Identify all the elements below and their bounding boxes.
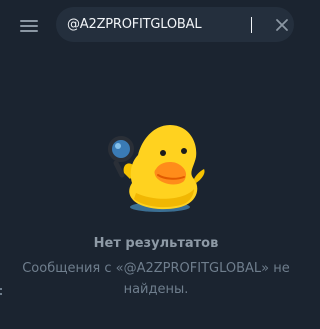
menu-button[interactable]	[12, 10, 46, 42]
search-header	[0, 0, 312, 52]
empty-state-description: Сообщения с «@A2ZPROFITGLOBAL» не найден…	[22, 261, 290, 297]
search-field[interactable]	[56, 7, 294, 42]
duck-with-magnifier-sticker	[102, 113, 212, 221]
text-caret	[251, 17, 252, 33]
clear-search-button[interactable]	[272, 15, 292, 35]
search-input[interactable]	[67, 7, 263, 42]
empty-state-title: Нет результатов	[93, 236, 219, 251]
close-icon	[272, 15, 292, 35]
resize-handle[interactable]	[0, 288, 2, 300]
